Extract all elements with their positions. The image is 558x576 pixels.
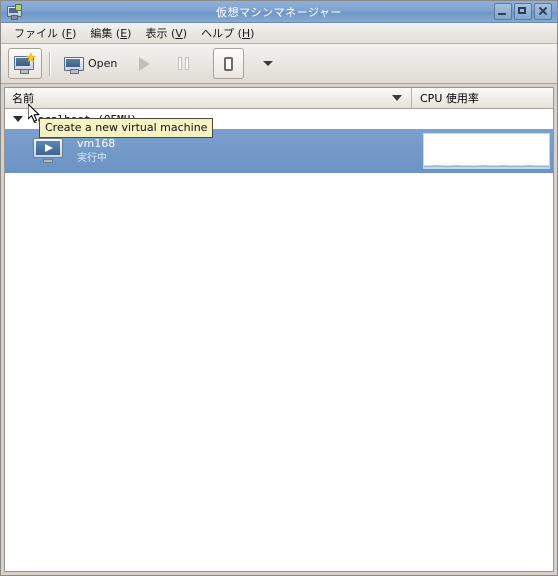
shutdown-button[interactable] [213, 48, 245, 79]
title-bar[interactable]: 仮想マシンマネージャー [1, 1, 557, 23]
menu-edit[interactable]: 編集 (E) [83, 23, 138, 43]
window-controls [494, 3, 555, 20]
menu-view-tail: ) [182, 27, 188, 40]
menu-help-mnemonic: H [241, 27, 251, 40]
menu-bar: ファイル (F) 編集 (E) 表示 (V) ヘルプ (H) [1, 23, 557, 44]
guest-name: vm168 [77, 136, 116, 150]
virtual-machine-manager-window: 仮想マシンマネージャー ファイル (F) 編集 (E) 表示 (V) ヘルプ (… [0, 0, 558, 576]
menu-edit-tail: ) [127, 27, 132, 40]
menu-help-label: ヘルプ ( [201, 27, 242, 40]
new-vm-icon: ★ [14, 52, 37, 74]
menu-file-tail: ) [72, 27, 77, 40]
open-button[interactable]: Open [58, 48, 123, 79]
column-header-cpu[interactable]: CPU 使用率 [412, 88, 553, 108]
menu-help[interactable]: ヘルプ (H) [194, 23, 261, 43]
pause-icon [178, 57, 190, 70]
maximize-button[interactable] [514, 3, 532, 20]
menu-file[interactable]: ファイル (F) [7, 23, 83, 43]
menu-view-label: 表示 ( [145, 27, 176, 40]
menu-help-tail: ) [250, 27, 255, 40]
column-header-name-label: 名前 [12, 92, 34, 105]
toolbar-separator [49, 51, 51, 76]
shutdown-icon [224, 56, 234, 71]
window-title: 仮想マシンマネージャー [216, 5, 342, 19]
running-vm-icon [33, 138, 63, 164]
column-header-name[interactable]: 名前 [5, 88, 412, 108]
chevron-down-icon[interactable] [392, 95, 402, 101]
guest-status: 実行中 [77, 152, 107, 164]
run-button[interactable] [129, 48, 160, 79]
menu-view-mnemonic: V [175, 27, 183, 40]
column-header-cpu-label: CPU 使用率 [420, 92, 479, 105]
column-headers: 名前 CPU 使用率 [5, 88, 553, 109]
open-monitor-icon [64, 56, 84, 74]
computer-icon [5, 3, 23, 20]
chevron-down-icon [262, 61, 273, 66]
menu-view[interactable]: 表示 (V) [138, 23, 194, 43]
guest-text: vm168 実行中 [77, 137, 115, 165]
open-button-label: Open [88, 57, 118, 70]
cpu-usage-sparkline [423, 133, 550, 169]
close-button[interactable] [534, 3, 552, 20]
list-rows: localhost (QEMU) vm168 実行中 [5, 109, 553, 571]
pause-button[interactable] [168, 48, 199, 79]
toolbar: ★ Open Create a new virtual machine [1, 44, 557, 138]
vm-list: 名前 CPU 使用率 localhost (QEMU) vm168 実行中 [4, 87, 554, 572]
minimize-button[interactable] [494, 3, 512, 20]
play-icon [139, 56, 151, 71]
expander-triangle-icon[interactable] [13, 116, 23, 122]
menu-file-label: ファイル ( [14, 27, 66, 40]
new-virtual-machine-button[interactable]: ★ [8, 48, 42, 79]
menu-edit-label: 編集 ( [90, 27, 121, 40]
more-options-button[interactable] [252, 48, 283, 79]
tooltip: Create a new virtual machine [39, 118, 214, 138]
